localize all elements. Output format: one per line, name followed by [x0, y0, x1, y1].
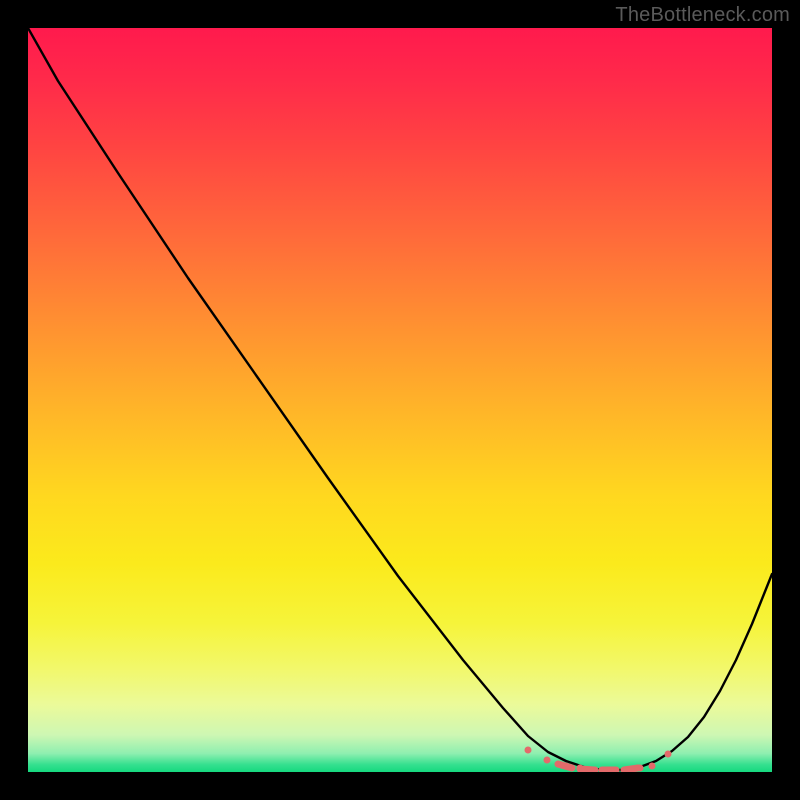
highlight-dot: [525, 747, 532, 754]
highlight-dot: [577, 765, 584, 772]
plot-area: [28, 28, 772, 772]
chart-svg: [28, 28, 772, 772]
watermark-text: TheBottleneck.com: [615, 4, 790, 27]
chart-frame: TheBottleneck.com: [0, 0, 800, 800]
highlight-dot: [544, 757, 551, 764]
highlight-dot: [637, 765, 644, 772]
black-curve: [28, 28, 772, 770]
highlight-dot: [563, 763, 570, 770]
highlight-dot: [665, 751, 672, 758]
highlight-dot: [649, 763, 656, 770]
